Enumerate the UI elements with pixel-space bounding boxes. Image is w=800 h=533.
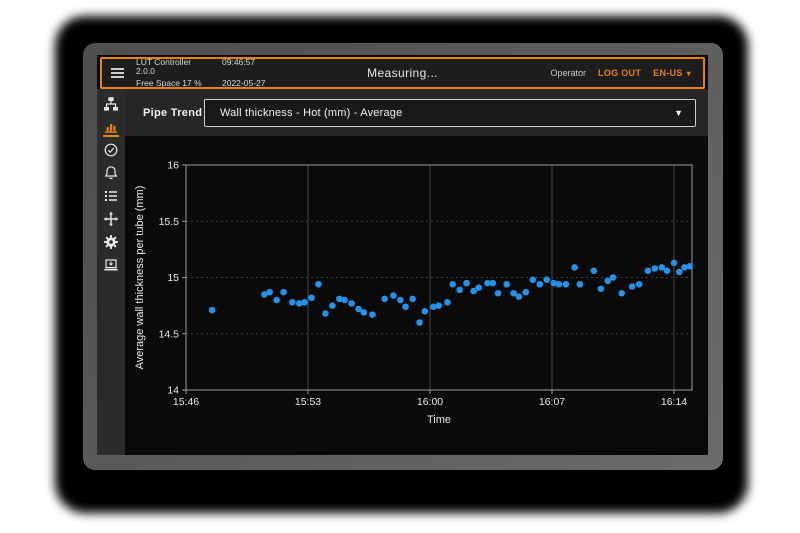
sidebar-item-settings[interactable]: [97, 230, 125, 253]
sidebar-item-positioning[interactable]: [97, 207, 125, 230]
list-icon: [103, 188, 119, 204]
app-screen: LUT Controller 2.0.0 09:46:57 Free Space…: [97, 55, 708, 455]
bell-icon: [103, 165, 119, 181]
logout-button[interactable]: LOG OUT: [598, 68, 641, 78]
bar-chart-icon: [103, 119, 119, 135]
gear-icon: [103, 234, 119, 250]
device-bezel: LUT Controller 2.0.0 09:46:57 Free Space…: [83, 43, 723, 470]
trend-dropdown-value: Wall thickness - Hot (mm) - Average: [220, 107, 402, 119]
sidebar-item-log[interactable]: [97, 184, 125, 207]
free-space-label: Free Space 17 %: [136, 79, 208, 88]
language-selector[interactable]: EN-US ▾: [653, 68, 691, 78]
svg-text:14: 14: [167, 385, 179, 397]
chevron-down-icon: ▾: [687, 69, 691, 78]
svg-text:16:14: 16:14: [661, 396, 687, 408]
svg-text:15:46: 15:46: [173, 396, 199, 408]
trend-selector-bar: Pipe Trend Wall thickness - Hot (mm) - A…: [125, 89, 708, 136]
sidebar: [97, 89, 125, 455]
sidebar-item-trend[interactable]: [97, 115, 125, 138]
menu-button[interactable]: [102, 68, 132, 78]
date-label: 2022-05-27: [222, 79, 265, 88]
move-arrows-icon: [103, 211, 119, 227]
asset-tree-icon: [103, 96, 119, 112]
laptop-export-icon: [103, 257, 119, 273]
check-circle-icon: [103, 142, 119, 158]
sidebar-item-export[interactable]: [97, 253, 125, 276]
sidebar-item-asset-tree[interactable]: [97, 92, 125, 115]
svg-text:16:00: 16:00: [417, 396, 443, 408]
pipe-trend-label: Pipe Trend: [143, 107, 202, 119]
top-bar-right: Operator LOG OUT EN-US ▾: [551, 68, 703, 78]
clock-label: 09:46:57: [222, 58, 265, 77]
svg-text:15.5: 15.5: [159, 216, 180, 228]
system-info: LUT Controller 2.0.0 09:46:57 Free Space…: [136, 58, 265, 88]
sidebar-item-checks[interactable]: [97, 138, 125, 161]
language-label: EN-US: [653, 68, 683, 78]
svg-text:15: 15: [167, 272, 179, 284]
svg-text:Time: Time: [427, 414, 451, 426]
app-version-label: LUT Controller 2.0.0: [136, 58, 208, 77]
user-role-label: Operator: [551, 68, 587, 78]
trend-dropdown[interactable]: Wall thickness - Hot (mm) - Average ▼: [204, 99, 696, 127]
svg-text:Average wall thickness per tub: Average wall thickness per tube (mm): [134, 186, 146, 370]
trend-chart: 15:46 15:53 16:00 16:07 16:14 14 14.5 15 15.5 16 T…: [125, 136, 708, 455]
chart-area: 15:46 15:53 16:00 16:07 16:14 14 14.5 15 15.5 16 T…: [125, 136, 708, 455]
svg-text:16:07: 16:07: [539, 396, 565, 408]
hamburger-icon: [111, 68, 124, 78]
svg-text:15:53: 15:53: [295, 396, 321, 408]
chevron-down-icon: ▼: [674, 108, 683, 118]
screenshot-canvas: LUT Controller 2.0.0 09:46:57 Free Space…: [0, 0, 800, 533]
sidebar-item-alarms[interactable]: [97, 161, 125, 184]
main-content: Pipe Trend Wall thickness - Hot (mm) - A…: [125, 89, 708, 455]
svg-text:14.5: 14.5: [159, 328, 180, 340]
svg-text:16: 16: [167, 160, 179, 172]
top-bar: LUT Controller 2.0.0 09:46:57 Free Space…: [100, 57, 705, 89]
